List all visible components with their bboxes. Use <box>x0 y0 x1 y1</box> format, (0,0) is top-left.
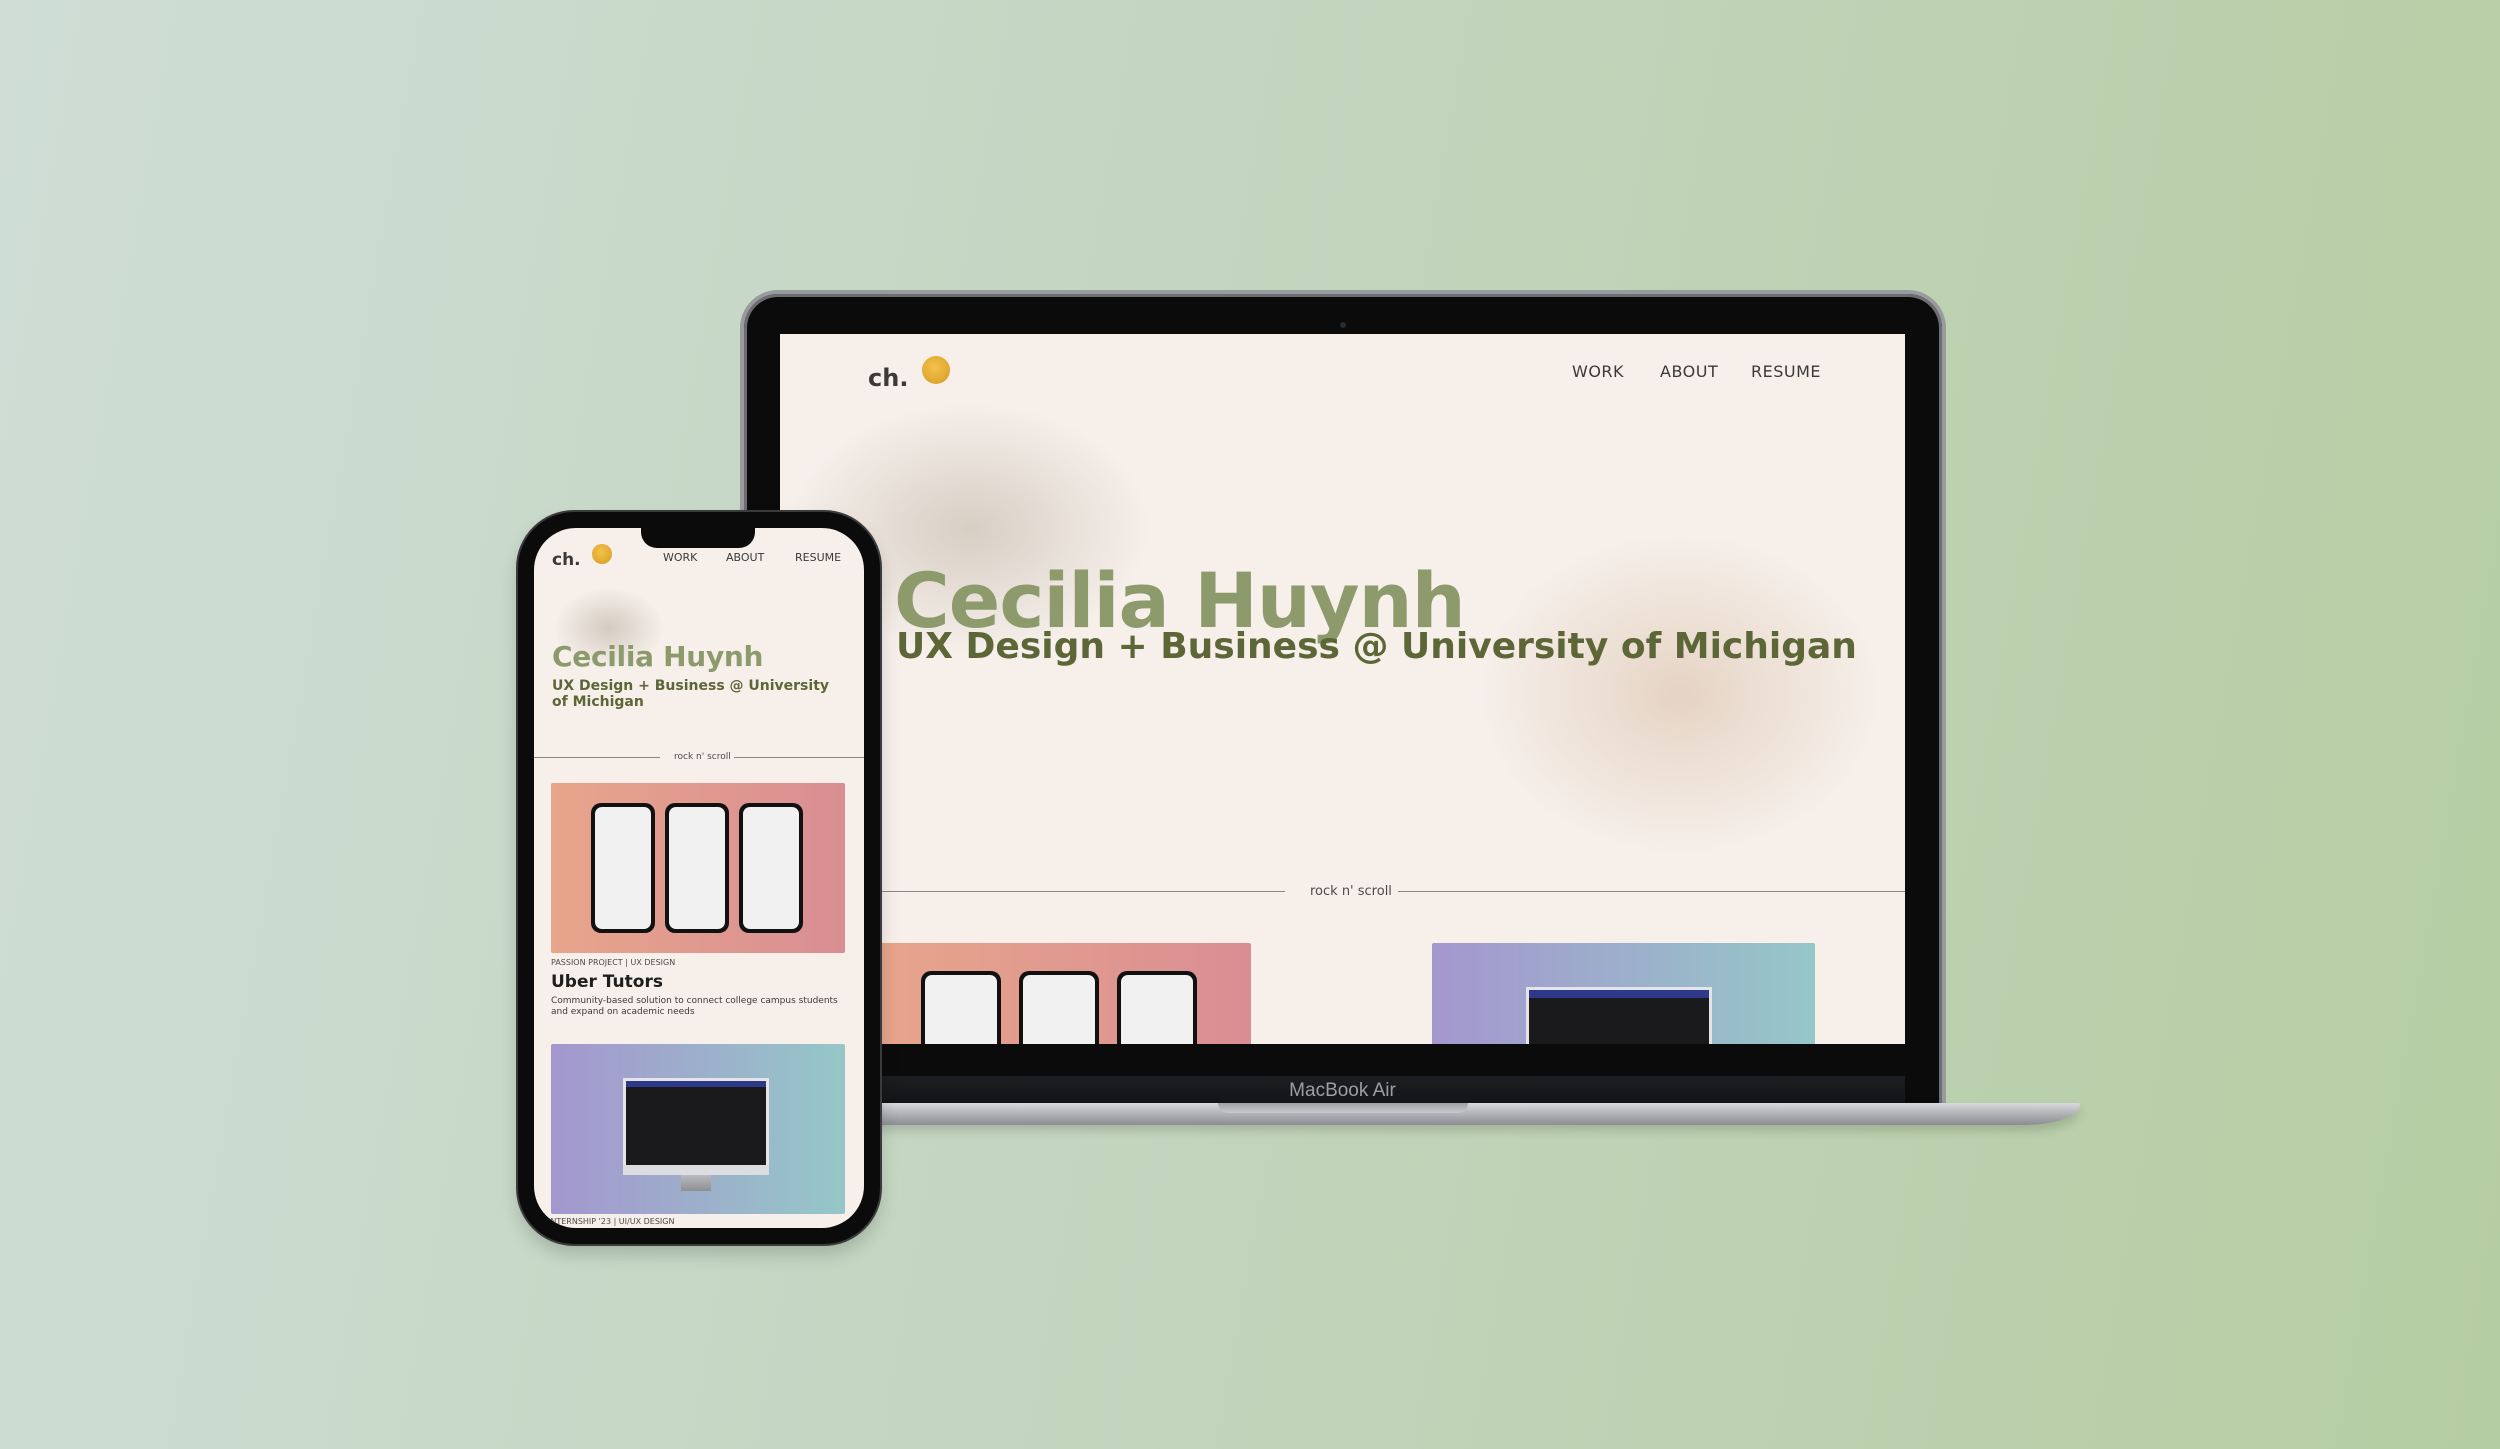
nav-link-resume[interactable]: RESUME <box>795 551 841 564</box>
site-logo[interactable]: ch. <box>868 364 908 392</box>
project-card-internship[interactable] <box>551 1044 845 1214</box>
phone-mockup-icon <box>739 803 803 933</box>
desktop-stand <box>681 1175 711 1191</box>
project-tag: INTERNSHIP '23 | UI/UX DESIGN <box>548 1217 675 1226</box>
laptop-camera <box>1340 322 1346 328</box>
laptop-bezel <box>780 1044 1905 1076</box>
phone-mockup-icon <box>921 971 1001 1044</box>
desktop-mockup-icon <box>1526 987 1712 1044</box>
laptop-screen: ch. WORK ABOUT RESUME Cecilia Huynh UX D… <box>780 334 1905 1044</box>
project-title[interactable]: Uber Tutors <box>551 972 663 992</box>
project-description: Community-based solution to connect coll… <box>551 996 838 1017</box>
phone-mockup-icon <box>591 803 655 933</box>
hero-subtitle: UX Design + Business @ University of Mic… <box>552 678 830 710</box>
decor-blob <box>1480 534 1880 854</box>
phone-mockup-icon <box>665 803 729 933</box>
desktop-mockup-icon <box>623 1078 769 1165</box>
divider <box>1398 891 1905 892</box>
avatar-icon <box>922 356 950 384</box>
nav-link-about[interactable]: ABOUT <box>726 551 764 564</box>
nav-link-work[interactable]: WORK <box>1572 362 1624 381</box>
hero-name: Cecilia Huynh <box>552 640 764 673</box>
scroll-hint: rock n' scroll <box>674 752 731 762</box>
project-card-uber-tutors[interactable] <box>875 943 1251 1044</box>
laptop-trackpad-notch <box>1218 1103 1468 1113</box>
divider <box>875 891 1285 892</box>
divider <box>734 757 864 758</box>
nav-link-resume[interactable]: RESUME <box>1751 362 1821 381</box>
nav-link-about[interactable]: ABOUT <box>1660 362 1718 381</box>
scroll-hint: rock n' scroll <box>1310 884 1392 899</box>
site-logo[interactable]: ch. <box>552 550 581 570</box>
project-card-uber-tutors[interactable] <box>551 783 845 953</box>
nav-link-work[interactable]: WORK <box>663 551 697 564</box>
phone-notch <box>641 526 755 548</box>
phone-mockup-icon <box>1019 971 1099 1044</box>
phone-screen: ch. WORK ABOUT RESUME Cecilia Huynh UX D… <box>534 528 864 1228</box>
laptop-label: MacBook Air <box>780 1076 1905 1106</box>
project-card-internship[interactable] <box>1432 943 1815 1044</box>
divider <box>534 757 660 758</box>
phone-mockup-icon <box>1117 971 1197 1044</box>
hero-subtitle: UX Design + Business @ University of Mic… <box>896 626 1857 667</box>
desktop-chin <box>623 1165 769 1175</box>
avatar-icon <box>592 544 612 564</box>
project-tag: PASSION PROJECT | UX DESIGN <box>551 958 676 967</box>
